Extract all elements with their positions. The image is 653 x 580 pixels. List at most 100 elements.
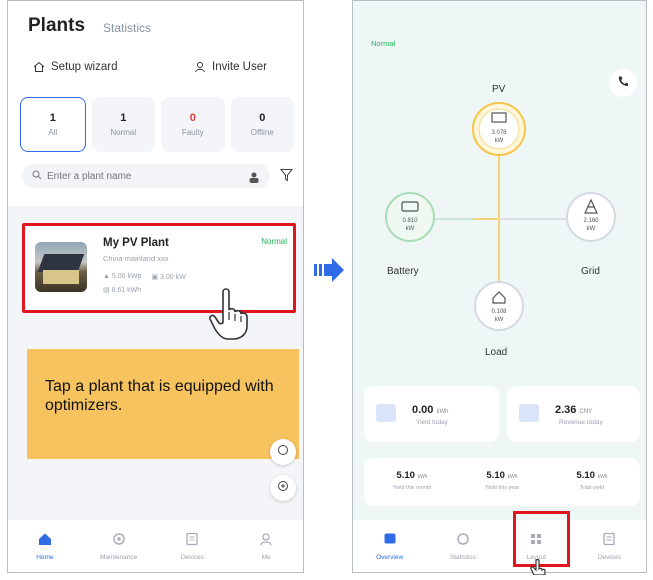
- energy-icon: ▤: [103, 287, 112, 294]
- instruction-callout: Tap a plant that is equipped with optimi…: [27, 349, 299, 459]
- yield-today-value: 0.00 kWh: [412, 404, 449, 416]
- tab-devices-right-label: Devices: [597, 553, 621, 561]
- stat-normal-count: 1: [120, 112, 127, 124]
- stat-normal-label: Normal: [110, 128, 137, 137]
- tap-hand-icon: [206, 286, 256, 347]
- pv-node[interactable]: 3.078 kW: [472, 102, 526, 156]
- plant-power: ▣ 3.00 kW: [151, 274, 186, 281]
- stat-faulty[interactable]: 0 Faulty: [161, 97, 225, 152]
- plant-energy: ▤ 8.61 kWh: [103, 287, 142, 294]
- yield-totals-card: 5.10 kWh Yield this month 5.10 kWh Yield…: [364, 458, 640, 506]
- setup-wizard-button[interactable]: Setup wizard: [32, 60, 117, 73]
- revenue-icon: [519, 404, 539, 422]
- owner-filter-icon[interactable]: [248, 170, 260, 188]
- tab-devices-right[interactable]: Devices: [573, 520, 646, 572]
- pv-label: PV: [492, 84, 506, 95]
- load-label: Load: [485, 347, 508, 358]
- yield-icon: [376, 404, 396, 422]
- stat-all-count: 1: [49, 112, 56, 124]
- devices-icon: [602, 532, 616, 551]
- yield-today-label: Yield today: [416, 419, 448, 426]
- grid-value: 2.160: [583, 218, 599, 224]
- tab-devices[interactable]: Devices: [156, 520, 230, 572]
- search-icon: [32, 167, 42, 185]
- stat-normal[interactable]: 1 Normal: [91, 97, 155, 152]
- plant-status-badge: Normal: [261, 237, 287, 246]
- profile-icon: [259, 532, 273, 551]
- battery-unit: kW: [406, 226, 415, 232]
- revenue-today-value: 2.36 CNY: [555, 404, 593, 416]
- tap-hand-small-icon: [530, 558, 552, 580]
- energy-flow-diagram: 3.078 kW 0.810 kW 2.160 kW 0.108 kW: [385, 102, 616, 331]
- bottom-tab-bar: Home Maintenance Devices Me: [8, 520, 303, 572]
- devices-icon: [185, 532, 199, 551]
- plant-name: My PV Plant: [103, 237, 169, 249]
- statistics-icon: [456, 532, 470, 551]
- home-outline-icon: [32, 60, 45, 73]
- plant-overview-screen: Normal 3.078 kW 0.810 kW 2.160 kW 0.108 …: [352, 0, 647, 573]
- yield-month: 5.10 kWh Yield this month: [392, 470, 432, 491]
- plant-meta-row: ▲ 5.00 kWp ▣ 3.00 kW: [103, 273, 186, 281]
- scan-icon: [277, 479, 289, 497]
- stat-all-label: All: [48, 128, 58, 137]
- overview-icon: [383, 532, 397, 551]
- pv-unit: kW: [495, 138, 504, 144]
- setup-wizard-label: Setup wizard: [51, 60, 118, 73]
- load-value: 0.108: [491, 309, 507, 315]
- battery-node[interactable]: 0.810 kW: [385, 192, 435, 242]
- scan-fab[interactable]: [270, 475, 296, 501]
- tab-home-label: Home: [36, 553, 54, 561]
- tab-maintenance[interactable]: Maintenance: [82, 520, 156, 572]
- revenue-today-label: Revenue today: [559, 419, 603, 426]
- stat-faulty-count: 0: [189, 112, 196, 124]
- pv-value: 3.078: [491, 130, 507, 136]
- search-input[interactable]: [47, 170, 217, 182]
- tab-statistics-label: Statistics: [449, 553, 476, 561]
- tab-maintenance-label: Maintenance: [100, 553, 138, 561]
- tab-home[interactable]: Home: [8, 520, 82, 572]
- filter-icon[interactable]: [279, 168, 294, 187]
- load-unit: kW: [495, 317, 504, 323]
- user-icon: [193, 60, 206, 73]
- plants-header: Plants Statistics Setup wizard Invite Us…: [8, 1, 303, 206]
- stat-all[interactable]: 1 All: [20, 97, 86, 152]
- tab-me[interactable]: Me: [229, 520, 303, 572]
- search-bar: [22, 164, 270, 188]
- tab-statistics[interactable]: Statistics: [426, 520, 499, 572]
- plant-photo: [35, 242, 87, 292]
- chat-icon: [277, 443, 289, 461]
- capacity-icon: ▲: [103, 273, 112, 280]
- grid-unit: kW: [587, 226, 596, 232]
- page-title: Plants: [28, 15, 86, 36]
- revenue-today-card[interactable]: 2.36 CNY Revenue today: [507, 386, 640, 442]
- stat-faulty-label: Faulty: [181, 128, 204, 137]
- plant-address: China mainland xxx: [103, 254, 169, 263]
- power-icon: ▣: [151, 274, 161, 281]
- grid-label: Grid: [581, 266, 600, 277]
- stat-offline-label: Offline: [250, 128, 274, 137]
- tab-devices-label: Devices: [180, 553, 204, 561]
- battery-value: 0.810: [402, 218, 418, 224]
- transition-arrow-icon: [314, 257, 346, 288]
- assistant-fab[interactable]: [270, 439, 296, 465]
- load-node[interactable]: 0.108 kW: [474, 281, 524, 331]
- maintenance-icon: [112, 532, 126, 551]
- invite-user-label: Invite User: [212, 60, 267, 73]
- battery-label: Battery: [387, 266, 419, 277]
- plant-tab-bar: Overview Statistics Layout Devices: [353, 520, 646, 572]
- grid-node[interactable]: 2.160 kW: [566, 192, 616, 242]
- stat-offline-count: 0: [259, 112, 266, 124]
- yield-total: 5.10 kWh Total yield: [576, 470, 608, 491]
- yield-today-card[interactable]: 0.00 kWh Yield today: [364, 386, 499, 442]
- plant-capacity: ▲ 5.00 kWp: [103, 273, 142, 280]
- tab-overview[interactable]: Overview: [353, 520, 426, 572]
- invite-user-button[interactable]: Invite User: [193, 60, 267, 73]
- stat-offline[interactable]: 0 Offline: [230, 97, 294, 152]
- plant-stats: 1 All 1 Normal 0 Faulty 0 Offline: [20, 97, 294, 152]
- tab-me-label: Me: [261, 553, 271, 561]
- plants-screen: Plants Statistics Setup wizard Invite Us…: [7, 0, 304, 573]
- yield-year: 5.10 kWh Yield this year: [484, 470, 520, 491]
- statistics-tab[interactable]: Statistics: [103, 21, 151, 35]
- tab-overview-label: Overview: [376, 553, 404, 561]
- home-icon: [38, 532, 52, 551]
